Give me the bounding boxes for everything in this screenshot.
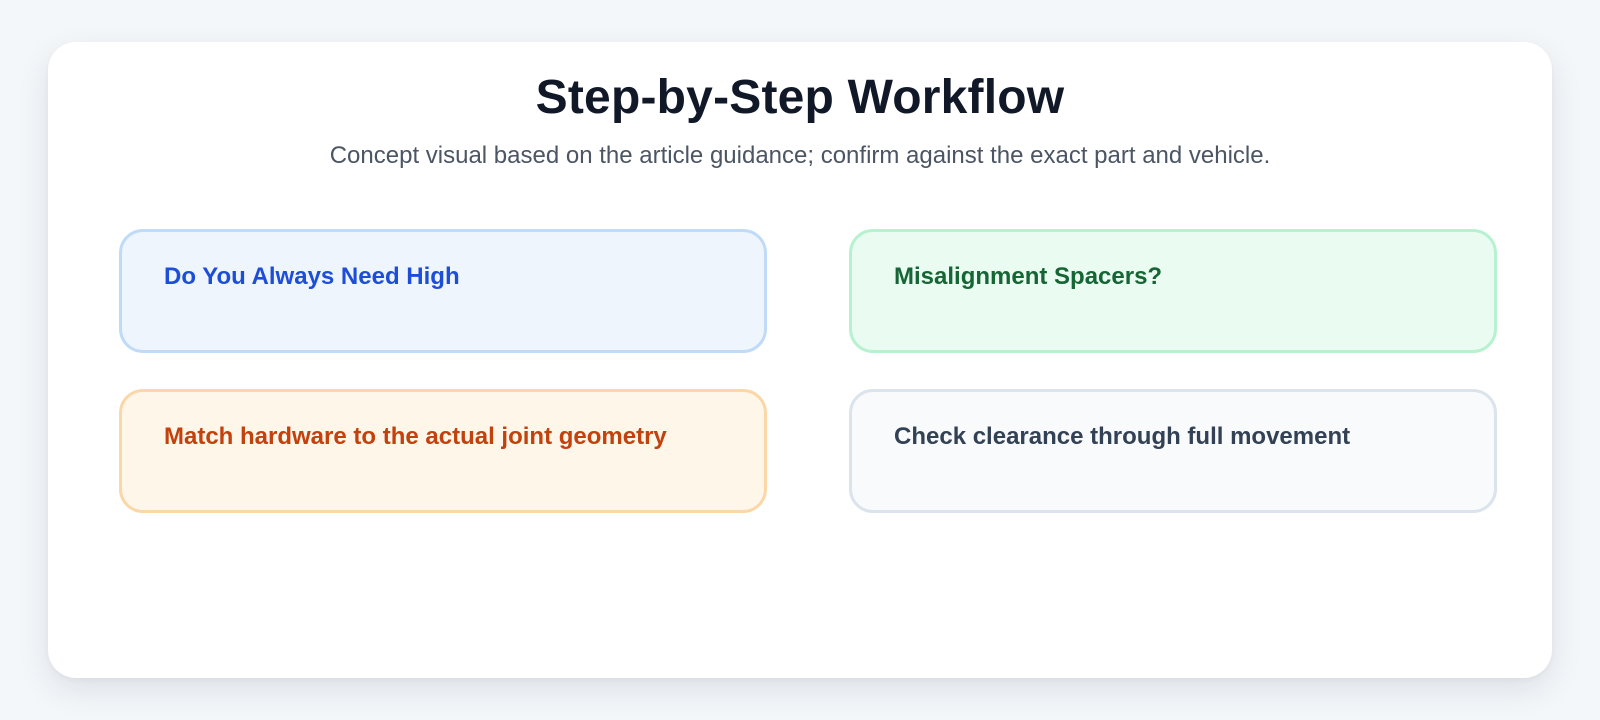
workflow-step-2: Misalignment Spacers? bbox=[849, 229, 1497, 353]
page-subtitle: Concept visual based on the article guid… bbox=[329, 142, 1271, 169]
page-title: Step-by-Step Workflow bbox=[535, 71, 1065, 124]
workflow-step-4: Check clearance through full movement bbox=[849, 389, 1497, 513]
workflow-step-3: Match hardware to the actual joint geome… bbox=[119, 389, 767, 513]
workflow-step-4-label: Check clearance through full movement bbox=[894, 423, 1351, 450]
workflow-step-1: Do You Always Need High bbox=[119, 229, 767, 353]
workflow-step-2-label: Misalignment Spacers? bbox=[894, 263, 1163, 290]
workflow-card: Step-by-Step Workflow Concept visual bas… bbox=[48, 42, 1552, 678]
workflow-step-1-label: Do You Always Need High bbox=[164, 263, 460, 290]
workflow-step-3-label: Match hardware to the actual joint geome… bbox=[164, 423, 667, 450]
